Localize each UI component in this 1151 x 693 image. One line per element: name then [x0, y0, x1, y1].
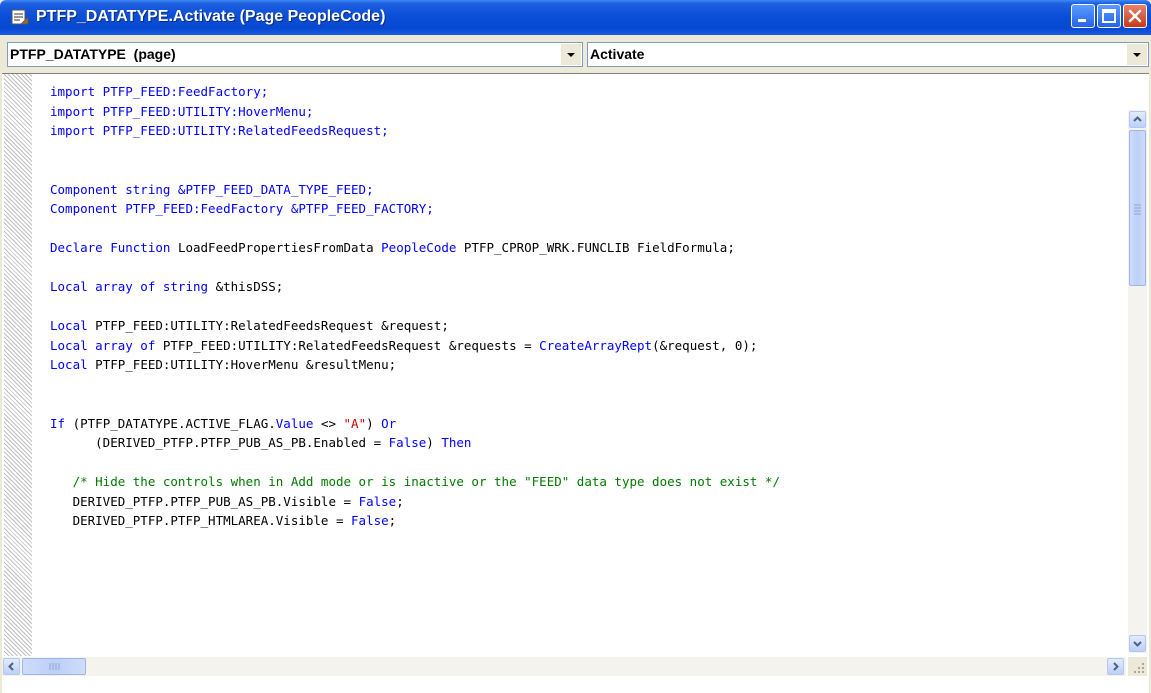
code-line[interactable]: Local array of PTFP_FEED:UTILITY:Related… — [50, 336, 1120, 356]
code-token: ; — [388, 513, 397, 528]
title-bar[interactable]: PTFP_DATATYPE.Activate (Page PeopleCode) — [0, 0, 1151, 35]
code-token: /* Hide the controls when in Add mode or… — [50, 474, 780, 489]
code-line[interactable] — [50, 394, 1120, 414]
code-line[interactable]: import PTFP_FEED:UTILITY:RelatedFeedsReq… — [50, 121, 1120, 141]
code-token: (PTFP_DATATYPE.ACTIVE_FLAG. — [65, 415, 276, 431]
peoplecode-page-icon — [11, 8, 29, 26]
editor-margin — [4, 74, 32, 656]
code-line[interactable]: Declare Function LoadFeedPropertiesFromD… — [50, 238, 1120, 258]
object-selector[interactable]: PTFP_DATATYPE (page) — [7, 42, 583, 67]
code-token: Or — [381, 415, 397, 431]
code-line[interactable] — [50, 453, 1120, 473]
code-token: DERIVED_PTFP.PTFP_PUB_AS_PB.Visible = — [50, 493, 359, 509]
code-token: (&request, 0); — [652, 337, 758, 353]
horizontal-scrollbar[interactable] — [2, 657, 1126, 676]
code-token: PeopleCode — [381, 240, 457, 255]
code-line[interactable] — [50, 258, 1120, 278]
code-token: PTFP_CPROP_WRK.FUNCLIB FieldFormula; — [456, 240, 735, 255]
chevron-down-icon — [1133, 641, 1142, 647]
code-token: PTFP_FEED:UTILITY:RelatedFeedsRequest &r… — [155, 337, 540, 353]
grip-lines-icon — [49, 663, 60, 670]
code-line[interactable]: import PTFP_FEED:FeedFactory; — [50, 82, 1120, 102]
code-line[interactable] — [50, 375, 1120, 395]
chevron-left-icon — [8, 662, 14, 671]
code-token: Local array of — [50, 337, 156, 353]
code-line[interactable]: Local array of string &thisDSS; — [50, 277, 1120, 297]
code-token: Local — [50, 357, 88, 372]
event-selector-value: Activate — [590, 46, 645, 62]
object-dropdown-arrow[interactable] — [561, 44, 581, 65]
event-selector[interactable]: Activate — [587, 42, 1149, 67]
code-token: &thisDSS; — [208, 279, 284, 294]
code-token: Declare Function — [50, 240, 171, 255]
code-token: False — [358, 493, 397, 509]
code-token: "A" — [343, 415, 367, 431]
code-token: Component PTFP_FEED:FeedFactory &PTFP_FE… — [50, 201, 434, 216]
scroll-right-button[interactable] — [1107, 658, 1124, 675]
close-button[interactable] — [1123, 4, 1147, 28]
code-line[interactable] — [50, 297, 1120, 317]
code-token: False — [388, 435, 427, 450]
code-line[interactable]: Local PTFP_FEED:UTILITY:HoverMenu &resul… — [50, 355, 1120, 375]
code-line[interactable] — [50, 219, 1120, 239]
code-token: CreateArrayRept — [539, 337, 653, 353]
code-line[interactable]: /* Hide the controls when in Add mode or… — [50, 472, 1120, 492]
code-token: PTFP_FEED:UTILITY:RelatedFeedsRequest &r… — [87, 318, 449, 333]
selector-row: PTFP_DATATYPE (page) Activate — [2, 38, 1149, 72]
vertical-scrollbar[interactable] — [1128, 110, 1147, 653]
code-token: PTFP_FEED:UTILITY:HoverMenu &resultMenu; — [87, 357, 397, 372]
chevron-down-icon — [1133, 53, 1141, 57]
code-token: import PTFP_FEED:FeedFactory; — [50, 84, 269, 99]
code-token: Component string &PTFP_FEED_DATA_TYPE_FE… — [50, 181, 374, 197]
code-token: ; — [396, 493, 404, 509]
code-line[interactable]: Local PTFP_FEED:UTILITY:RelatedFeedsRequ… — [50, 316, 1120, 336]
code-line[interactable]: Component PTFP_FEED:FeedFactory &PTFP_FE… — [50, 199, 1120, 219]
code-token: Local — [50, 318, 88, 333]
grip-lines-icon — [1134, 204, 1141, 215]
code-token: Then — [441, 435, 472, 450]
scroll-up-button[interactable] — [1129, 111, 1146, 128]
code-token: <> — [313, 415, 344, 431]
scroll-left-button[interactable] — [3, 658, 20, 675]
window-title: PTFP_DATATYPE.Activate (Page PeopleCode) — [36, 8, 386, 25]
code-token: Local array of string — [50, 279, 209, 294]
scroll-down-button[interactable] — [1129, 635, 1146, 652]
chevron-right-icon — [1113, 662, 1119, 671]
code-token: Value — [275, 415, 314, 431]
code-token: ) — [426, 435, 442, 450]
code-token: False — [351, 513, 389, 528]
event-dropdown-arrow[interactable] — [1127, 44, 1147, 65]
code-token: (DERIVED_PTFP.PTFP_PUB_AS_PB.Enabled = — [50, 435, 389, 450]
size-grip[interactable] — [1128, 657, 1147, 676]
vertical-scroll-thumb[interactable] — [1129, 130, 1146, 286]
code-line[interactable]: import PTFP_FEED:UTILITY:HoverMenu; — [50, 102, 1120, 122]
code-line[interactable]: (DERIVED_PTFP.PTFP_PUB_AS_PB.Enabled = F… — [50, 433, 1120, 453]
horizontal-scroll-thumb[interactable] — [22, 658, 86, 675]
code-line[interactable]: If (PTFP_DATATYPE.ACTIVE_FLAG.Value <> "… — [50, 414, 1120, 434]
peoplecode-editor-window: PTFP_DATATYPE.Activate (Page PeopleCode)… — [0, 0, 1151, 693]
code-token: import PTFP_FEED:UTILITY:HoverMenu; — [50, 103, 314, 119]
object-selector-value: PTFP_DATATYPE (page) — [10, 46, 176, 62]
code-line[interactable] — [50, 160, 1120, 180]
code-editor[interactable]: import PTFP_FEED:FeedFactory;import PTFP… — [2, 73, 1149, 693]
code-line[interactable] — [50, 141, 1120, 161]
minimize-button[interactable] — [1071, 4, 1095, 28]
chevron-up-icon — [1133, 116, 1142, 122]
code-token: import PTFP_FEED:UTILITY:RelatedFeedsReq… — [50, 123, 389, 138]
code-token: DERIVED_PTFP.PTFP_HTMLAREA.Visible = — [50, 513, 352, 528]
chevron-down-icon — [567, 53, 575, 57]
code-line[interactable]: DERIVED_PTFP.PTFP_PUB_AS_PB.Visible = Fa… — [50, 492, 1120, 512]
maximize-button[interactable] — [1097, 4, 1121, 28]
code-token: ) — [366, 415, 382, 431]
code-line[interactable]: DERIVED_PTFP.PTFP_HTMLAREA.Visible = Fal… — [50, 511, 1120, 531]
code-line[interactable]: Component string &PTFP_FEED_DATA_TYPE_FE… — [50, 180, 1120, 200]
resize-grip-icon — [1134, 663, 1144, 673]
code-token: If — [50, 415, 66, 431]
code-token: LoadFeedPropertiesFromData — [170, 240, 382, 255]
code-text-area[interactable]: import PTFP_FEED:FeedFactory;import PTFP… — [50, 82, 1120, 657]
